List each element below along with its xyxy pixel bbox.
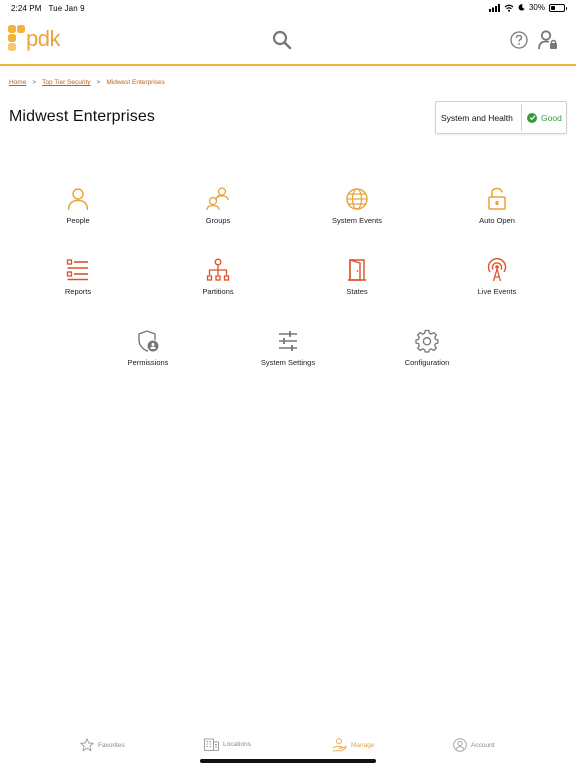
unlock-icon — [484, 186, 510, 212]
tile-label: Reports — [64, 287, 92, 296]
moon-icon — [518, 4, 525, 11]
person-icon — [65, 186, 91, 212]
star-icon — [80, 738, 94, 752]
tab-label: Locations — [223, 741, 251, 748]
tile-label: People — [66, 216, 90, 225]
breadcrumb-top-tier-security[interactable]: Top Tier Security — [42, 79, 90, 86]
tile-configuration[interactable]: Configuration — [367, 328, 487, 380]
user-lock-icon — [538, 30, 557, 50]
hand-icon — [332, 738, 347, 752]
tile-label: Auto Open — [479, 216, 515, 225]
system-health-card[interactable]: System and Health Good — [435, 101, 567, 134]
tile-auto-open[interactable]: Auto Open — [437, 186, 557, 238]
logo-dot — [17, 25, 25, 33]
breadcrumb-current: Midwest Enterprises — [106, 79, 165, 86]
status-time: 2:24 PM Tue Jan 9 — [11, 4, 85, 13]
question-circle-icon — [510, 31, 528, 49]
tile-reports[interactable]: Reports — [18, 257, 138, 309]
gear-icon — [414, 328, 440, 354]
logo-dot — [8, 25, 16, 33]
home-indicator[interactable] — [200, 759, 376, 763]
hierarchy-icon — [205, 257, 231, 283]
logo-text: pdk — [26, 26, 60, 51]
system-health-status: Good — [522, 112, 562, 123]
tile-system-settings[interactable]: System Settings — [228, 328, 348, 380]
list-icon — [65, 257, 91, 283]
app-header: pdk — [0, 18, 576, 66]
building-icon — [204, 738, 219, 751]
logo-dot — [8, 43, 16, 51]
tile-label: Permissions — [127, 358, 169, 367]
tile-people[interactable]: People — [18, 186, 138, 238]
signal-icon — [488, 3, 500, 12]
account-icon — [453, 738, 467, 752]
tile-partitions[interactable]: Partitions — [158, 257, 278, 309]
tab-favorites[interactable]: Favorites — [80, 738, 125, 752]
battery-icon — [549, 3, 567, 12]
tab-locations[interactable]: Locations — [204, 738, 251, 751]
breadcrumb-separator: > — [32, 79, 37, 86]
wifi-icon — [504, 4, 514, 12]
tile-system-events[interactable]: System Events — [297, 186, 417, 238]
tile-live-events[interactable]: Live Events — [437, 257, 557, 309]
breadcrumb: Home > Top Tier Security > Midwest Enter… — [9, 79, 165, 86]
help-button[interactable] — [505, 26, 533, 54]
sliders-icon — [275, 328, 301, 354]
tab-manage[interactable]: Manage — [332, 738, 375, 752]
breadcrumb-home[interactable]: Home — [9, 79, 26, 86]
tile-label: Groups — [205, 216, 231, 225]
globe-icon — [344, 186, 370, 212]
tile-label: States — [346, 287, 368, 296]
antenna-icon — [484, 257, 510, 283]
tab-label: Favorites — [98, 741, 125, 749]
breadcrumb-separator: > — [96, 79, 101, 86]
tab-account[interactable]: Account — [453, 738, 495, 752]
tile-permissions[interactable]: Permissions — [88, 328, 208, 380]
tile-label: Partitions — [202, 287, 234, 296]
status-right: 30% — [488, 3, 567, 12]
pdk-logo[interactable]: pdk — [8, 23, 60, 57]
tile-label: System Settings — [260, 358, 316, 367]
tab-label: Account — [471, 741, 495, 749]
door-icon — [344, 257, 370, 283]
search-button[interactable] — [268, 26, 296, 54]
battery-percent: 30% — [528, 3, 545, 12]
status-bar: 2:24 PM Tue Jan 9 30% — [0, 0, 576, 18]
search-icon — [272, 30, 292, 50]
system-health-label: System and Health — [441, 112, 513, 123]
tab-label: Manage — [351, 741, 375, 749]
logo-dot — [8, 34, 16, 42]
group-icon — [205, 186, 231, 212]
system-health-status-text: Good — [541, 112, 562, 123]
tile-label: System Events — [331, 216, 383, 225]
tile-states[interactable]: States — [297, 257, 417, 309]
shield-user-icon — [135, 328, 161, 354]
tile-groups[interactable]: Groups — [158, 186, 278, 238]
tile-label: Configuration — [404, 358, 450, 367]
tile-label: Live Events — [477, 287, 517, 296]
user-button[interactable] — [534, 26, 562, 54]
page-title: Midwest Enterprises — [9, 108, 155, 125]
check-circle-icon — [527, 112, 537, 123]
